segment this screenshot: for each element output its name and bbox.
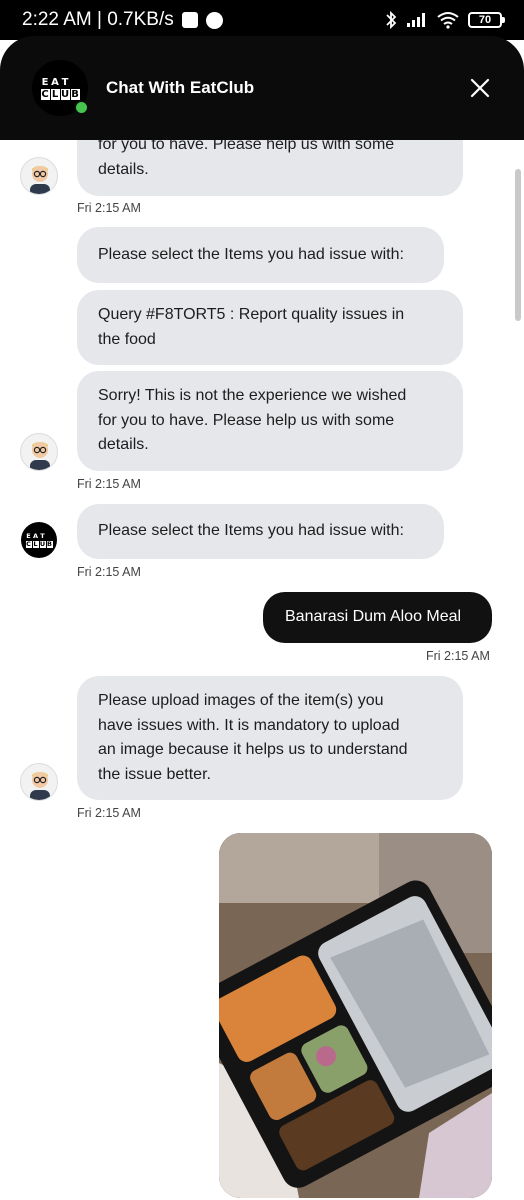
logo-letter: C xyxy=(25,539,32,548)
food-photo[interactable] xyxy=(219,833,492,1198)
bot-message: Sorry! This is not the experience we wis… xyxy=(77,371,463,471)
user-message: Banarasi Dum Aloo Meal xyxy=(263,592,492,643)
message-line: for you to have. Please help us with som… xyxy=(98,140,395,153)
message-line: an image because it helps us to understa… xyxy=(98,741,408,758)
status-left: 2:22 AM | 0.7KB/s xyxy=(22,9,223,31)
message-line: Please select the Items you had issue wi… xyxy=(98,522,404,540)
message-line: for you to have. Please help us with som… xyxy=(98,411,395,429)
message-line: Please upload images of the item(s) you xyxy=(98,692,384,709)
scrollbar[interactable] xyxy=(515,169,521,321)
logo-letter xyxy=(47,533,53,540)
eatclub-logo: E A T C L U B xyxy=(32,60,89,116)
message-timestamp: Fri 2:15 AM xyxy=(77,201,141,215)
status-time-speed: 2:22 AM | 0.7KB/s xyxy=(22,9,174,30)
message-timestamp: Fri 2:15 AM xyxy=(426,649,490,663)
food-photo-drawing xyxy=(219,833,492,1198)
logo-letter: B xyxy=(46,539,53,548)
logo-letter: E xyxy=(26,531,31,540)
message-text: Please select the Items you had issue wi… xyxy=(98,243,404,268)
logo-letter: A xyxy=(32,531,39,540)
message-line: have issues with. It is mandatory to upl… xyxy=(98,716,400,734)
logo-letter xyxy=(71,77,80,88)
bluetooth-icon xyxy=(386,10,397,30)
bot-message: for you to have. Please help us with som… xyxy=(77,140,463,196)
wifi-icon xyxy=(437,12,459,29)
close-button[interactable] xyxy=(460,68,500,108)
bot-message: Please select the Items you had issue wi… xyxy=(77,227,444,283)
online-status-dot xyxy=(74,100,89,115)
message-text: Query #F8TORT5 : Report quality issues i… xyxy=(98,303,404,352)
bot-avatar-icon xyxy=(20,763,58,801)
message-text: Please select the Items you had issue wi… xyxy=(98,519,404,544)
status-right: 70 xyxy=(385,10,505,30)
message-line: Query #F8TORT5 : Report quality issues i… xyxy=(98,306,405,323)
signal-icon xyxy=(407,13,425,27)
logo-letter: E xyxy=(41,76,49,88)
message-line: Please select the Items you had issue wi… xyxy=(98,245,404,263)
avatar-logo-letters: E A T C L U B xyxy=(25,531,53,548)
logo-letter: B xyxy=(70,88,80,100)
message-line: the food xyxy=(98,330,156,348)
logo-letter: A xyxy=(51,76,59,88)
message-timestamp: Fri 2:15 AM xyxy=(77,565,141,579)
battery-icon: 70 xyxy=(468,12,505,28)
bot-avatar-icon xyxy=(20,433,58,471)
close-icon xyxy=(470,78,490,98)
bot-message: Please upload images of the item(s) you … xyxy=(77,676,463,800)
logo-letter: C xyxy=(40,88,50,100)
message-text: Banarasi Dum Aloo Meal xyxy=(285,605,461,630)
message-timestamp: Fri 2:15 AM xyxy=(77,477,141,491)
eatclub-avatar-icon: E A T C L U B xyxy=(21,522,57,558)
logo-letter: U xyxy=(39,539,46,548)
chat-title: Chat With EatClub xyxy=(106,78,255,97)
logo-letter: L xyxy=(50,88,60,100)
message-text: for you to have. Please help us with som… xyxy=(98,140,394,182)
message-line: Sorry! This is not the experience we wis… xyxy=(98,387,407,405)
chat-messages[interactable]: for you to have. Please help us with som… xyxy=(0,140,524,1200)
chat-header: E A T C L U B Chat With EatClub xyxy=(0,36,524,140)
notification-square-icon xyxy=(181,12,198,28)
logo-letter: T xyxy=(61,76,69,88)
bot-message: Query #F8TORT5 : Report quality issues i… xyxy=(77,290,463,365)
message-line: details. xyxy=(98,436,149,454)
message-timestamp: Fri 2:15 AM xyxy=(77,806,141,820)
logo-letter: U xyxy=(60,88,70,100)
logo-letter: L xyxy=(32,539,39,548)
notification-circle-icon xyxy=(205,11,223,29)
bot-message: Please select the Items you had issue wi… xyxy=(77,504,444,559)
bot-avatar-icon xyxy=(20,157,58,195)
logo-letter: T xyxy=(40,531,45,540)
message-line: details. xyxy=(98,160,149,178)
status-bar: 2:22 AM | 0.7KB/s 70 xyxy=(0,0,524,40)
message-line: Banarasi Dum Aloo Meal xyxy=(285,608,462,626)
message-line: the issue better. xyxy=(98,765,211,783)
logo-letters: E A T C L U B xyxy=(40,76,80,100)
message-text: Sorry! This is not the experience we wis… xyxy=(98,384,406,458)
message-text: Please upload images of the item(s) you … xyxy=(98,689,408,787)
